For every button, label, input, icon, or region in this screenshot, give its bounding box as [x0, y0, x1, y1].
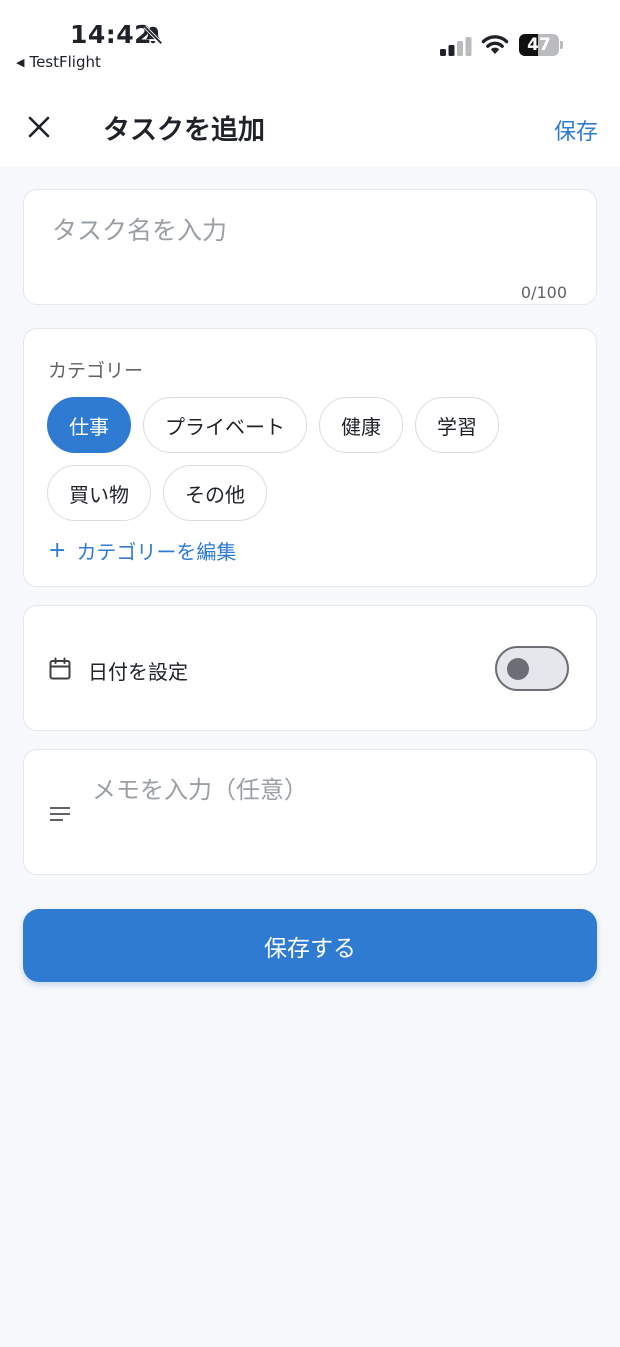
page-title: タスクを追加	[103, 115, 265, 146]
character-counter: 0/100	[520, 283, 567, 302]
save-button[interactable]: 保存する	[23, 909, 597, 982]
status-time: 14:42	[70, 20, 153, 49]
close-icon[interactable]	[24, 112, 54, 142]
status-bar: 14:42 ◀ TestFlight 47	[0, 0, 620, 86]
category-chip-work[interactable]: 仕事	[47, 397, 131, 453]
memo-card	[23, 749, 597, 875]
category-label: カテゴリー	[48, 360, 144, 382]
memo-input[interactable]	[92, 776, 572, 804]
category-chip-list: 仕事 プライベート 健康 学習 買い物 その他	[47, 397, 587, 521]
category-chip-health[interactable]: 健康	[319, 397, 403, 453]
battery-body: 47	[519, 34, 559, 56]
category-chip-private[interactable]: プライベート	[143, 397, 307, 453]
toggle-knob	[507, 658, 529, 680]
date-card: 日付を設定	[23, 605, 597, 731]
back-app-label: TestFlight	[29, 53, 101, 71]
edit-category-label: カテゴリーを編集	[76, 540, 237, 564]
category-chip-other[interactable]: その他	[163, 465, 267, 521]
wifi-icon	[481, 35, 509, 54]
edit-category-link[interactable]: + カテゴリーを編集	[48, 536, 236, 565]
battery-indicator: 47	[519, 34, 564, 56]
back-to-app-link[interactable]: ◀ TestFlight	[16, 53, 101, 71]
battery-percentage: 47	[527, 35, 551, 55]
date-label: 日付を設定	[88, 660, 188, 684]
task-title-card: 0/100	[23, 189, 597, 305]
date-toggle[interactable]	[495, 646, 569, 691]
header-save-button[interactable]: 保存	[554, 114, 598, 146]
notes-lines-icon	[50, 807, 70, 821]
cellular-signal-icon	[440, 37, 472, 56]
task-title-input[interactable]	[52, 216, 552, 245]
category-chip-shopping[interactable]: 買い物	[47, 465, 151, 521]
app-bar: タスクを追加 保存	[0, 86, 620, 166]
plus-icon: +	[48, 538, 67, 563]
back-triangle-icon: ◀	[16, 55, 25, 69]
battery-cap	[560, 41, 563, 49]
calendar-icon	[49, 657, 71, 680]
category-card: カテゴリー 仕事 プライベート 健康 学習 買い物 その他 + カテゴリーを編集	[23, 328, 597, 587]
bell-slash-icon	[143, 25, 163, 45]
category-chip-study[interactable]: 学習	[415, 397, 499, 453]
